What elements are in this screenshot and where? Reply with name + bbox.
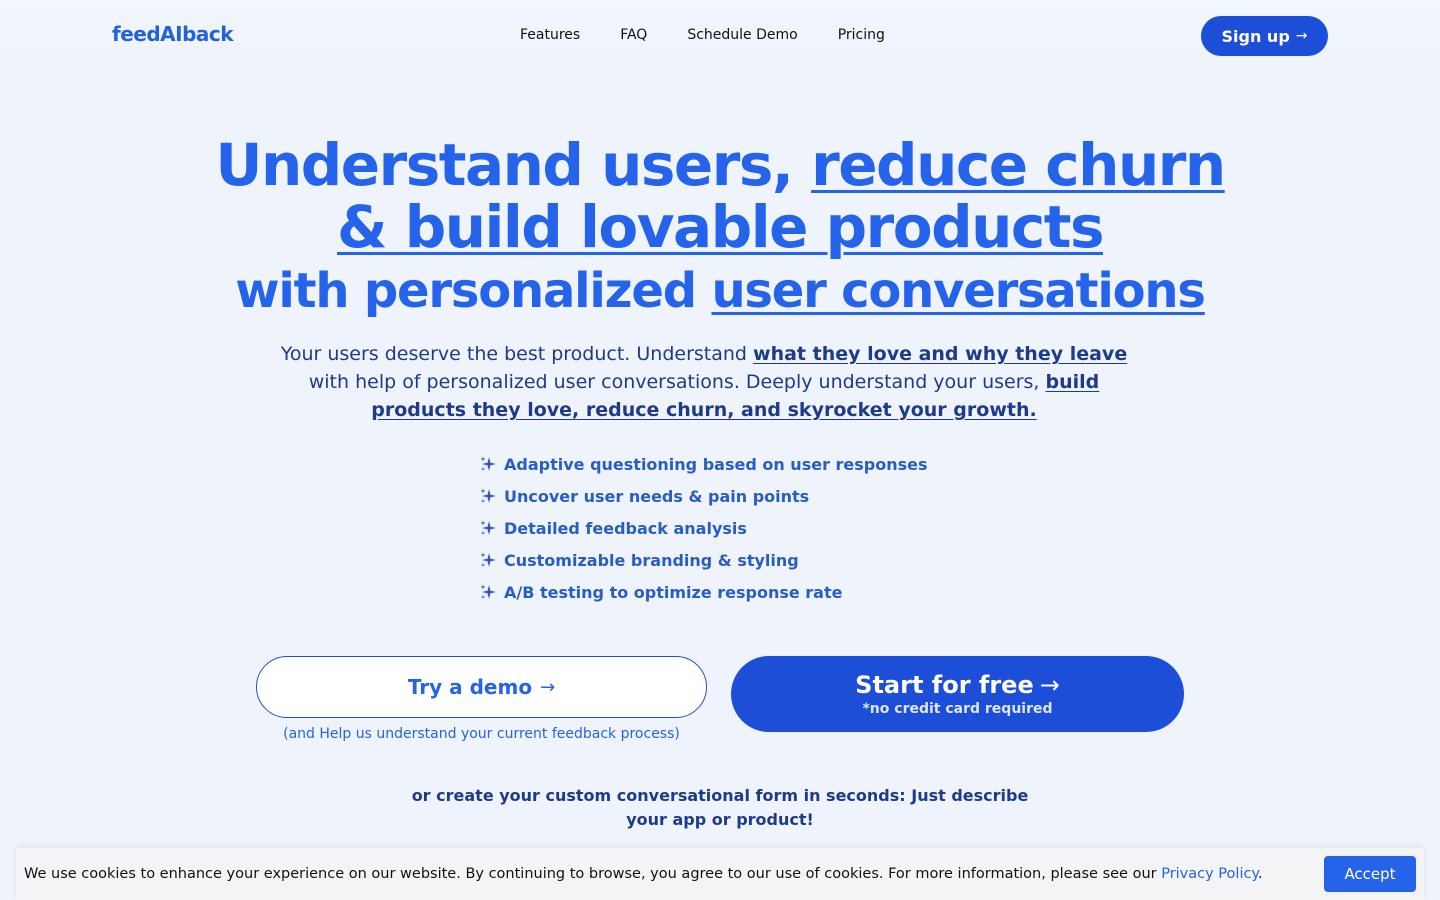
hero-headline-underlined: reduce churn	[811, 131, 1226, 199]
landing-page: feedAIback Features FAQ Schedule Demo Pr…	[0, 0, 1440, 900]
no-credit-card-note: *no credit card required	[862, 701, 1053, 717]
feature-list: Adaptive questioning based on user respo…	[480, 448, 928, 608]
hero-headline-line2: & build lovable products	[0, 192, 1440, 262]
arrow-right-icon: →	[540, 676, 556, 698]
cookie-text: We use cookies to enhance your experienc…	[24, 866, 1263, 882]
accept-cookies-button[interactable]: Accept	[1324, 856, 1416, 892]
site-header: feedAIback Features FAQ Schedule Demo Pr…	[0, 0, 1440, 72]
hero-subheadline: with personalized user conversations	[0, 262, 1440, 320]
hero-headline-line1: Understand users, reduce churn	[0, 130, 1440, 200]
sparkles-icon	[480, 584, 496, 599]
feature-item: Customizable branding & styling	[480, 544, 928, 576]
feature-item: Uncover user needs & pain points	[480, 480, 928, 512]
feature-label: Customizable branding & styling	[504, 550, 799, 570]
hero-description: Your users deserve the best product. Und…	[260, 340, 1148, 424]
feature-label: Uncover user needs & pain points	[504, 486, 810, 506]
arrow-right-icon: →	[1039, 671, 1060, 699]
cookie-message: We use cookies to enhance your experienc…	[24, 866, 1162, 882]
feature-label: Adaptive questioning based on user respo…	[504, 454, 928, 474]
arrow-right-icon: →	[1295, 28, 1308, 44]
start-free-button[interactable]: Start for free → *no credit card required	[731, 656, 1184, 732]
nav-features[interactable]: Features	[520, 27, 580, 43]
demo-note: (and Help us understand your current fee…	[283, 726, 680, 742]
sparkles-icon	[480, 456, 496, 471]
feature-item: A/B testing to optimize response rate	[480, 576, 928, 608]
signup-button[interactable]: Sign up →	[1201, 16, 1328, 56]
cookie-period: .	[1257, 866, 1263, 882]
description-emphasis-1: what they love and why they leave	[753, 343, 1128, 365]
try-demo-button[interactable]: Try a demo →	[256, 656, 707, 718]
create-form-text: or create your custom conversational for…	[411, 786, 1029, 829]
try-demo-label: Try a demo	[407, 675, 533, 699]
main-nav: Features FAQ Schedule Demo Pricing	[520, 27, 885, 43]
feature-label: Detailed feedback analysis	[504, 518, 747, 538]
hero-subheadline-underlined: user conversations	[711, 263, 1205, 319]
privacy-policy-link[interactable]: Privacy Policy	[1161, 866, 1258, 882]
sparkles-icon	[480, 520, 496, 535]
start-free-main: Start for free →	[855, 671, 1060, 699]
sparkles-icon	[480, 488, 496, 503]
feature-item: Detailed feedback analysis	[480, 512, 928, 544]
hero-subheadline-plain: with personalized	[235, 263, 712, 319]
hero-headline-plain: Understand users,	[215, 131, 812, 199]
nav-faq[interactable]: FAQ	[620, 27, 647, 43]
description-text-2: with help of personalized user conversat…	[308, 371, 1046, 393]
nav-schedule-demo[interactable]: Schedule Demo	[687, 27, 797, 43]
signup-label: Sign up	[1221, 26, 1290, 46]
start-free-label: Start for free	[855, 671, 1034, 699]
feature-item: Adaptive questioning based on user respo…	[480, 448, 928, 480]
sparkles-icon	[480, 552, 496, 567]
description-text-1: Your users deserve the best product. Und…	[280, 343, 754, 365]
feature-label: A/B testing to optimize response rate	[504, 582, 843, 602]
hero-headline-underlined-2: & build lovable products	[336, 193, 1105, 261]
nav-pricing[interactable]: Pricing	[838, 27, 885, 43]
logo[interactable]: feedAIback	[112, 22, 234, 46]
cookie-banner: We use cookies to enhance your experienc…	[16, 848, 1424, 900]
